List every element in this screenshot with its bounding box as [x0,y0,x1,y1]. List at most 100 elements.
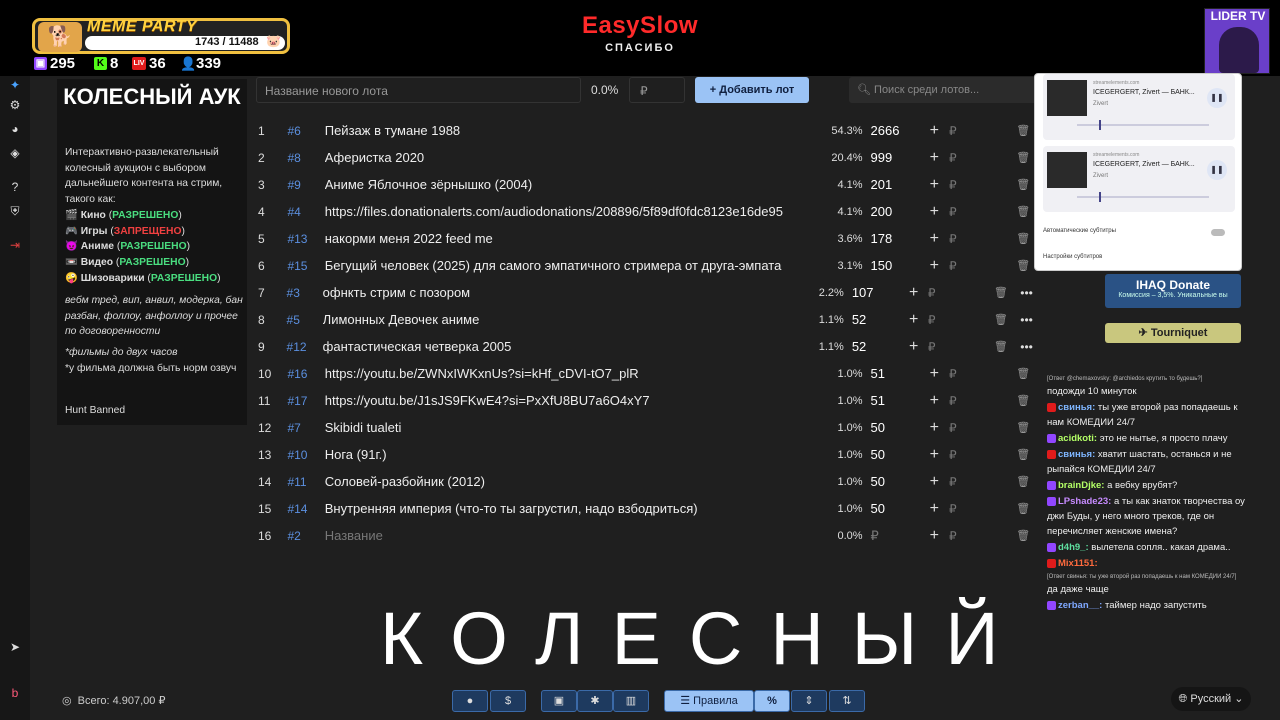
add-amount-button[interactable]: + [920,473,949,491]
lot-amount[interactable]: 50 [871,501,920,516]
add-amount-button[interactable]: + [920,392,949,410]
lot-title[interactable]: накорми меня 2022 feed me [325,231,800,246]
lot-search-input[interactable]: 🔍︎ Поиск среди лотов... [849,77,1039,103]
add-amount-button[interactable]: + [899,284,928,302]
new-lot-amount-input[interactable]: ₽ [629,77,685,103]
lot-amount[interactable]: 200 [871,204,920,219]
more-icon[interactable]: ••• [1015,340,1038,354]
add-amount-button[interactable]: + [920,203,949,221]
pause-button[interactable]: ❚❚ [1207,88,1227,108]
lot-amount[interactable]: ₽ [871,528,920,544]
add-amount-button[interactable]: + [920,500,949,518]
bug-button[interactable]: ✱ [577,690,613,712]
lot-title[interactable]: Соловей-разбойник (2012) [325,474,800,489]
add-amount-button[interactable]: + [920,419,949,437]
lot-amount[interactable]: 201 [871,177,920,192]
github-button[interactable]: ● [452,690,488,712]
lot-title[interactable]: Название [325,528,800,543]
chat-username[interactable]: свинья: [1058,402,1095,413]
lot-amount[interactable]: 52 [852,339,900,354]
lot-amount[interactable]: 150 [871,258,920,273]
more-icon[interactable]: ••• [1015,286,1038,300]
donate-button[interactable]: $ [490,690,526,712]
help-icon[interactable]: ? [6,178,24,196]
lot-title[interactable]: фантастическая четверка 2005 [323,339,783,354]
slider-handle[interactable] [1099,120,1101,130]
sort-button[interactable]: ⇅ [829,690,865,712]
lot-title[interactable]: офнкть стрим с позором [323,285,783,300]
history-button[interactable]: ▣ [541,690,577,712]
lot-title[interactable]: Бегущий человек (2025) для самого эмпати… [325,258,800,273]
lot-amount[interactable]: 2666 [871,123,920,138]
add-amount-button[interactable]: + [920,176,949,194]
logout-icon[interactable]: ⇥ [6,236,24,254]
chart-icon[interactable]: ◕ [6,120,24,138]
chat-username[interactable]: d4h9_: [1058,542,1089,553]
wheel-icon[interactable]: ✦ [6,76,24,94]
layers-icon[interactable]: ◈ [6,144,24,162]
add-amount-button[interactable]: + [920,149,949,167]
boosty-icon[interactable]: b [6,684,24,702]
chat-username[interactable]: acidkoti: [1058,433,1097,444]
lot-title[interactable]: Нога (91г.) [325,447,800,462]
lot-amount[interactable]: 50 [871,420,920,435]
chat-username[interactable]: zerban__: [1058,600,1102,611]
add-amount-button[interactable]: + [920,527,949,545]
new-lot-input[interactable]: Название нового лота [256,77,581,103]
more-icon[interactable]: ••• [1015,313,1038,327]
media-progress-slider[interactable] [1077,192,1209,202]
trash-icon[interactable]: 🗑︎ [1009,475,1038,488]
slider-handle[interactable] [1099,192,1101,202]
trash-icon[interactable]: 🗑︎ [987,340,1016,353]
chat-username[interactable]: brainDjke: [1058,480,1104,491]
subtitle-settings-link[interactable]: Настройки субтитров [1043,254,1102,260]
lot-amount[interactable]: 50 [871,474,920,489]
pause-button[interactable]: ❚❚ [1207,160,1227,180]
lot-title[interactable]: https://youtu.be/ZWNxIWKxnUs?si=kHf_cDVI… [325,366,800,381]
lot-amount[interactable]: 178 [871,231,920,246]
percent-toggle[interactable]: % [754,690,790,712]
lot-amount[interactable]: 51 [871,366,920,381]
chat-username[interactable]: LPshade23: [1058,496,1111,507]
lot-amount[interactable]: 50 [871,447,920,462]
trash-icon[interactable]: 🗑︎ [1009,394,1038,407]
split-button[interactable]: ⇕ [791,690,827,712]
lot-title[interactable]: Внутренняя империя (что-то ты загрустил,… [325,501,800,516]
media-progress-slider[interactable] [1077,120,1209,130]
settings-icon[interactable]: ⚙ [6,96,24,114]
language-select[interactable]: 🌐︎ Русский ⌄ [1171,687,1251,711]
trash-icon[interactable]: 🗑︎ [1009,529,1038,542]
tournament-button[interactable]: ✈ Tourniquet [1105,323,1241,343]
clear-button[interactable]: ▥ [613,690,649,712]
lot-amount[interactable]: 52 [852,312,900,327]
lot-amount[interactable]: 999 [871,150,920,165]
trash-icon[interactable]: 🗑︎ [1009,502,1038,515]
eye-off-icon[interactable]: ◎ [62,694,72,707]
add-amount-button[interactable]: + [899,311,928,329]
shield-icon[interactable]: ⛨ [6,202,24,220]
add-lot-button[interactable]: + Добавить лот [695,77,809,103]
trash-icon[interactable]: 🗑︎ [1009,421,1038,434]
lot-title[interactable]: https://files.donationalerts.com/audiodo… [325,204,800,219]
lot-title[interactable]: https://youtu.be/J1sJS9FKwE4?si=PxXfU8BU… [325,393,800,408]
lot-amount[interactable]: 51 [871,393,920,408]
rules-button[interactable]: ☰ Правила [664,690,754,712]
lot-title[interactable]: Аферистка 2020 [325,150,800,165]
lot-title[interactable]: Лимонных Девочек аниме [323,312,783,327]
lot-title[interactable]: Аниме Яблочное зёрнышко (2004) [325,177,800,192]
trash-icon[interactable]: 🗑︎ [987,313,1016,326]
trash-icon[interactable]: 🗑︎ [1009,367,1038,380]
chat-username[interactable]: Mix1151: [1058,558,1098,569]
telegram-icon[interactable]: ➤ [6,638,24,656]
lot-title[interactable]: Skibidi tualeti [325,420,800,435]
lot-amount[interactable]: 107 [852,285,900,300]
add-amount-button[interactable]: + [920,365,949,383]
trash-icon[interactable]: 🗑︎ [1009,448,1038,461]
ihaq-donate-button[interactable]: IHAQ Donate Комиссия – 3,5%. Уникальные … [1105,274,1241,308]
auto-subtitles-toggle[interactable] [1211,229,1225,236]
add-amount-button[interactable]: + [920,230,949,248]
add-amount-button[interactable]: + [920,122,949,140]
add-amount-button[interactable]: + [899,338,928,356]
add-amount-button[interactable]: + [920,257,949,275]
lot-title[interactable]: Пейзаж в тумане 1988 [325,123,800,138]
